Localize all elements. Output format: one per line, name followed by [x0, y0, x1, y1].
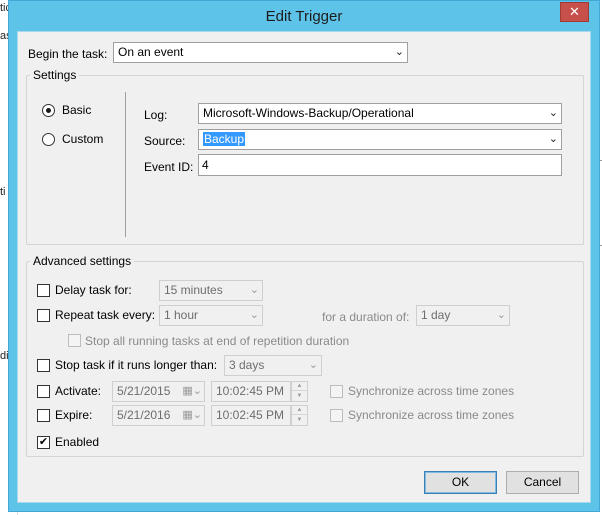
close-button[interactable]: ✕: [560, 2, 589, 22]
stop-if-longer-value: 3 days: [229, 358, 265, 372]
repeat-interval-select[interactable]: 1 hour ⌄: [159, 305, 263, 326]
source-label: Source:: [144, 134, 186, 148]
activate-date-picker[interactable]: 5/21/2015 ▦⌄: [112, 381, 205, 402]
delay-task-label: Delay task for:: [55, 283, 132, 297]
checkmark-icon: ✔: [38, 436, 49, 448]
expire-date-picker[interactable]: 5/21/2016 ▦⌄: [112, 405, 205, 426]
log-select[interactable]: Microsoft-Windows-Backup/Operational ⌄: [198, 103, 562, 124]
delay-task-value: 15 minutes: [164, 283, 223, 297]
ok-button[interactable]: OK: [424, 471, 497, 494]
activate-date-value: 5/21/2015: [117, 384, 171, 398]
expire-sync-checkbox[interactable]: [330, 409, 343, 422]
spin-down-icon[interactable]: ▼: [292, 416, 307, 425]
activate-label: Activate:: [55, 384, 102, 398]
spin-down-icon[interactable]: ▼: [292, 392, 307, 401]
dialog-body: Begin the task: On an event ⌄ Settings B…: [17, 31, 591, 503]
chevron-down-icon: ⌄: [394, 46, 404, 58]
chevron-down-icon: ⌄: [496, 309, 506, 321]
enabled-label: Enabled: [55, 435, 100, 449]
edit-trigger-dialog: Edit Trigger ✕ Begin the task: On an eve…: [8, 0, 600, 512]
enabled-checkbox[interactable]: ✔: [37, 436, 50, 449]
calendar-icon[interactable]: ▦⌄: [182, 408, 202, 421]
source-select[interactable]: Backup ⌄: [198, 129, 562, 150]
stop-if-longer-label: Stop task if it runs longer than:: [55, 358, 218, 372]
chevron-down-icon: ⌄: [308, 359, 318, 371]
custom-radio[interactable]: [42, 133, 55, 146]
advanced-settings-label: Advanced settings: [30, 254, 135, 268]
log-value: Microsoft-Windows-Backup/Operational: [203, 106, 414, 120]
activate-time-input[interactable]: 10:02:45 PM: [211, 381, 291, 402]
activate-sync-checkbox[interactable]: [330, 385, 343, 398]
stop-all-tasks-checkbox[interactable]: [68, 334, 81, 347]
activate-checkbox[interactable]: [37, 385, 50, 398]
repeat-task-label: Repeat task every:: [55, 308, 156, 322]
title-bar[interactable]: Edit Trigger ✕: [9, 1, 599, 31]
expire-date-value: 5/21/2016: [117, 408, 171, 422]
spin-up-icon[interactable]: ▲: [292, 382, 307, 391]
expire-time-spinner[interactable]: ▲ ▼: [291, 405, 308, 426]
duration-value: 1 day: [421, 308, 451, 322]
begin-task-label: Begin the task:: [28, 47, 108, 61]
log-label: Log:: [144, 108, 168, 122]
chevron-down-icon: ⌄: [249, 284, 259, 296]
stop-if-longer-select[interactable]: 3 days ⌄: [224, 355, 322, 376]
expire-time-input[interactable]: 10:02:45 PM: [211, 405, 291, 426]
duration-label: for a duration of:: [322, 310, 410, 324]
chevron-down-icon: ⌄: [548, 107, 558, 119]
settings-group-label: Settings: [30, 68, 80, 82]
event-id-label: Event ID:: [144, 160, 194, 174]
custom-radio-label[interactable]: Custom: [62, 132, 103, 146]
expire-label: Expire:: [55, 408, 93, 422]
event-id-input[interactable]: 4: [198, 154, 562, 176]
dialog-title: Edit Trigger: [265, 8, 343, 25]
begin-task-value: On an event: [118, 45, 184, 59]
repeat-interval-value: 1 hour: [164, 308, 199, 322]
expire-time-value: 10:02:45 PM: [216, 408, 285, 422]
stop-all-tasks-label: Stop all running tasks at end of repetit…: [85, 334, 350, 348]
settings-divider: [125, 92, 126, 237]
repeat-task-checkbox[interactable]: [37, 309, 50, 322]
background-text-fragment: ti: [0, 186, 6, 198]
delay-task-select[interactable]: 15 minutes ⌄: [159, 280, 263, 301]
cancel-button[interactable]: Cancel: [506, 471, 579, 494]
chevron-down-icon: ⌄: [548, 133, 558, 145]
activate-time-spinner[interactable]: ▲ ▼: [291, 381, 308, 402]
basic-radio-label[interactable]: Basic: [62, 103, 91, 117]
expire-checkbox[interactable]: [37, 409, 50, 422]
calendar-icon[interactable]: ▦⌄: [182, 384, 202, 397]
activate-time-value: 10:02:45 PM: [216, 384, 285, 398]
spin-up-icon[interactable]: ▲: [292, 406, 307, 415]
delay-task-checkbox[interactable]: [37, 284, 50, 297]
source-value: Backup: [203, 132, 246, 146]
stop-if-longer-checkbox[interactable]: [37, 359, 50, 372]
basic-radio[interactable]: [42, 104, 55, 117]
expire-sync-label: Synchronize across time zones: [348, 408, 515, 422]
close-icon: ✕: [569, 4, 580, 19]
begin-task-select[interactable]: On an event ⌄: [113, 42, 408, 63]
chevron-down-icon: ⌄: [249, 309, 259, 321]
activate-sync-label: Synchronize across time zones: [348, 384, 515, 398]
duration-select[interactable]: 1 day ⌄: [416, 305, 510, 326]
